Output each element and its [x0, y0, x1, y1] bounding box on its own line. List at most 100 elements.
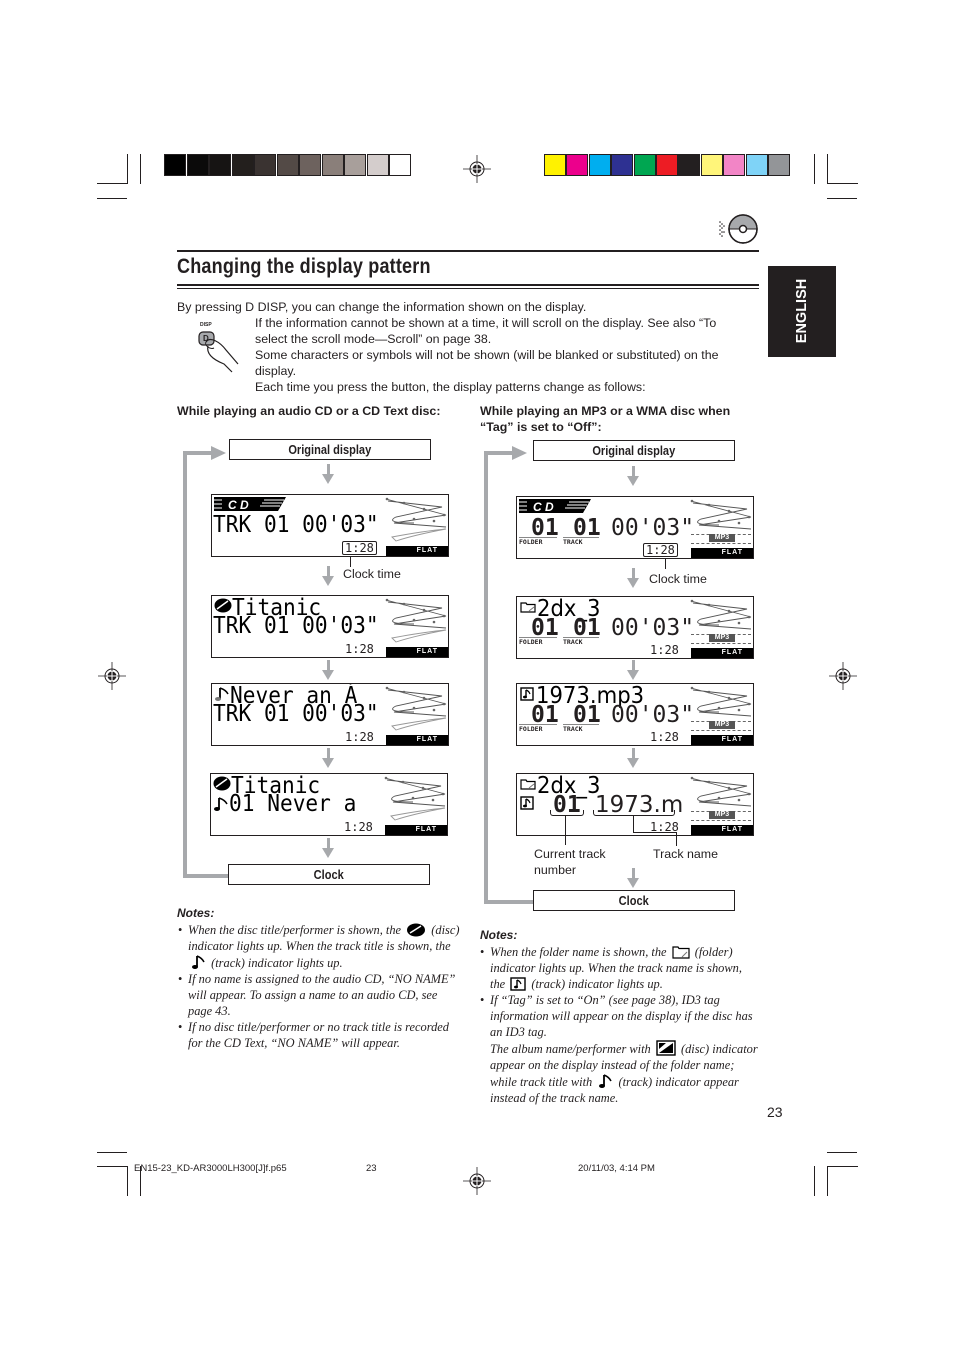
disp-button-illustration: DISP D — [196, 322, 244, 378]
down-arrow-icon — [322, 474, 334, 484]
flow-arrow-stem — [327, 566, 330, 576]
crop-mark — [97, 183, 128, 184]
color-swatch — [678, 154, 701, 176]
down-arrow-icon — [322, 670, 334, 680]
lcd-track-number: 01 — [573, 702, 601, 728]
lcd-display: Titanic TRK 01 00'03" 1:28 FLAT — [211, 595, 449, 658]
color-swatch — [700, 154, 723, 176]
lcd-track-number: 01 — [573, 515, 601, 541]
color-swatch — [745, 154, 768, 176]
crop-mark — [97, 198, 127, 199]
crop-mark — [827, 183, 858, 184]
registration-mark-icon — [463, 1167, 491, 1195]
grayscale-swatch — [344, 154, 366, 176]
crop-mark — [827, 1166, 858, 1167]
lcd-format-indicator: MP3 — [691, 721, 751, 731]
disc-icon — [656, 1040, 676, 1056]
track-file-icon — [520, 687, 534, 701]
disc-icon — [407, 923, 426, 937]
down-arrow-icon — [627, 758, 639, 768]
color-swatch — [723, 154, 746, 176]
down-arrow-icon — [627, 578, 639, 588]
folder-icon — [672, 946, 690, 959]
color-swatch — [566, 154, 589, 176]
grayscale-swatch — [276, 154, 299, 176]
page-title: Changing the display pattern — [177, 255, 431, 278]
lcd-display: C D TRK 01 00'03" 1:28 FLAT — [211, 494, 449, 557]
lcd-display: Never an Á TRK 01 00'03" 1:28 FLAT — [211, 683, 449, 746]
spectrum-animation-icon — [690, 686, 752, 717]
lcd-clock: 1:28 — [650, 730, 679, 744]
track-name-bracket — [593, 810, 675, 816]
lcd-clock: 1:28 — [342, 541, 377, 555]
track-file-icon — [510, 977, 526, 991]
crop-mark — [827, 1166, 828, 1196]
grayscale-swatch — [164, 154, 186, 176]
note-item: If “Tag” is set to “On” (see page 38), I… — [480, 992, 760, 1106]
intro-paragraph: Some characters or symbols will not be s… — [255, 348, 719, 378]
title-top-rule — [177, 250, 759, 252]
grayscale-swatch — [231, 154, 254, 176]
lcd-eq-mode: FLAT — [691, 825, 753, 835]
flow-arrow-stem — [632, 466, 635, 476]
spectrum-animation-icon — [690, 499, 752, 530]
cd-disc-icon — [719, 214, 758, 244]
flow-arrow-stem — [632, 660, 635, 670]
down-arrow-icon — [322, 848, 334, 858]
color-swatch — [633, 154, 656, 176]
track-number-bracket — [550, 810, 584, 816]
spectrum-animation-icon — [385, 598, 447, 643]
grayscale-swatch — [366, 154, 389, 176]
folder-icon — [520, 779, 536, 790]
right-loop-line — [484, 451, 488, 904]
lcd-format-indicator: MP3 — [691, 811, 751, 821]
folder-icon — [520, 602, 536, 613]
language-tab: ENGLISH — [768, 266, 836, 357]
cd-logo-icon: C D — [214, 497, 286, 511]
lcd-line2: TRK 01 00'03" — [213, 512, 379, 538]
disc-icon — [214, 598, 232, 613]
left-loop-line — [183, 451, 213, 455]
lcd-track-number: 01 — [573, 615, 601, 641]
registration-mark-icon — [829, 662, 857, 690]
track-note-icon — [215, 687, 229, 701]
track-note-icon — [214, 797, 228, 811]
registration-mark-icon — [463, 155, 491, 183]
registration-mark-icon — [98, 662, 126, 690]
down-arrow-icon — [627, 878, 639, 888]
lcd-display: 1973.mp3 01 FOLDER 01 TRACK 00'03" 1:28 … — [516, 683, 754, 746]
lcd-eq-mode: FLAT — [385, 825, 447, 835]
disp-button-letter: D — [203, 334, 209, 343]
current-track-label-2: number — [534, 863, 577, 877]
crop-mark — [814, 154, 815, 184]
lcd-track-sub: TRACK — [563, 637, 599, 646]
track-file-icon — [520, 796, 534, 810]
lcd-eq-mode: FLAT — [691, 548, 753, 558]
left-column-heading: While playing an audio CD or a CD Text d… — [177, 404, 441, 418]
right-column-heading-line2: “Tag” is set to “Off”: — [480, 420, 602, 434]
lcd-folder-number: 01 — [531, 515, 559, 541]
down-arrow-icon — [322, 576, 334, 586]
flow-arrow-stem — [632, 748, 635, 758]
color-swatch — [656, 154, 678, 176]
track-name-label: Track name — [653, 847, 718, 861]
lcd-display: 2dx_3 01 FOLDER 01 TRACK 00'03" 1:28 MP3… — [516, 596, 754, 659]
right-column-heading-line1: While playing an MP3 or a WMA disc when — [480, 404, 731, 418]
crop-mark — [127, 1166, 128, 1196]
footer-filename: EN15-23_KD-AR3000LH300[J]f.p65 — [134, 1163, 287, 1174]
callout-line — [633, 815, 634, 833]
intro-line: By pressing D DISP, you can change the i… — [177, 300, 587, 314]
language-tab-label: ENGLISH — [794, 278, 810, 344]
spectrum-animation-icon — [385, 686, 447, 731]
grayscale-swatch — [186, 154, 209, 176]
footer-date: 20/11/03, 4:14 PM — [578, 1163, 655, 1174]
format-label: MP3 — [709, 721, 735, 729]
notes-right: When the folder name is shown, the (fold… — [480, 944, 760, 1106]
note-text: When the folder name is shown, the — [490, 945, 667, 959]
flow-arrow-stem — [327, 838, 330, 848]
note-text: If “Tag” is set to “On” (see page 38), I… — [490, 993, 753, 1039]
color-swatch — [544, 154, 566, 176]
flow-arrow-stem — [327, 464, 330, 474]
intro-paragraph: Each time you press the button, the disp… — [255, 380, 646, 394]
crop-mark — [127, 154, 128, 184]
